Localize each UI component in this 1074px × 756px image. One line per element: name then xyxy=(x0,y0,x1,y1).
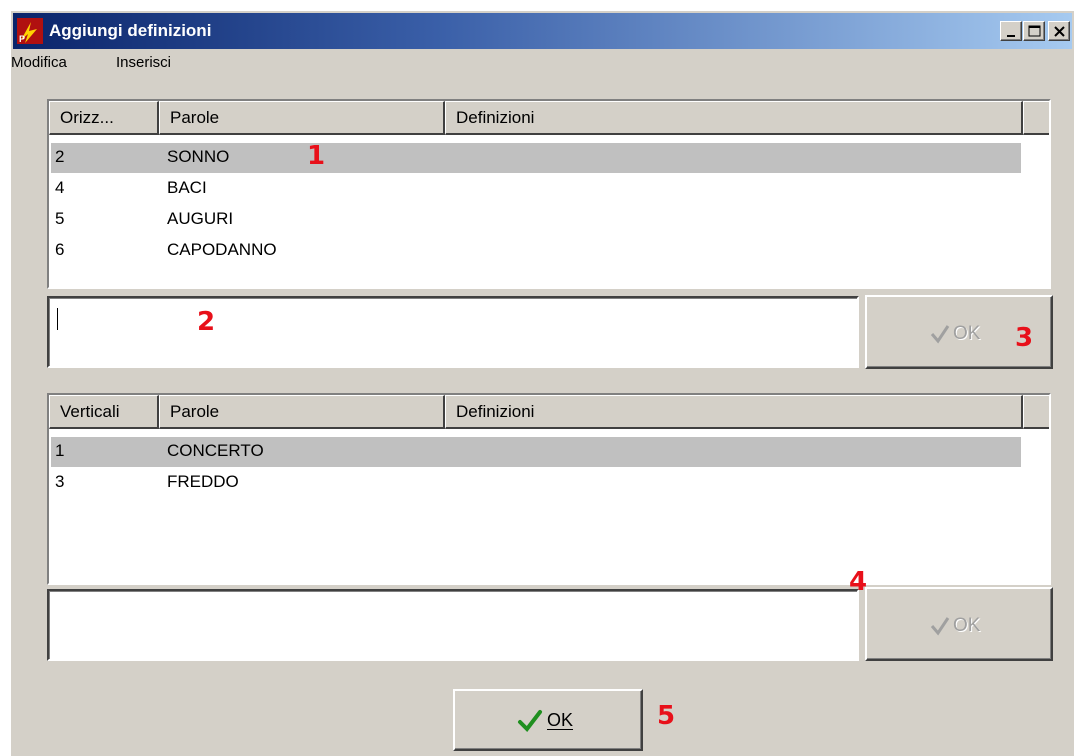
checkmark-icon xyxy=(930,617,950,636)
menu-modifica[interactable]: Modifica xyxy=(11,54,67,71)
column-header-filler xyxy=(1023,395,1049,429)
list-item[interactable]: 4 BACI xyxy=(51,174,1021,204)
checkmark-icon xyxy=(930,325,950,344)
row-number: 3 xyxy=(55,472,65,491)
minimize-button[interactable] xyxy=(1000,21,1022,41)
column-header-filler xyxy=(1023,101,1049,135)
dialog-window: P Aggiungi definizioni Modifica Inserisc… xyxy=(10,10,1074,756)
menu-inserisci[interactable]: Inserisci xyxy=(116,54,171,71)
annotation-marker: 2 xyxy=(197,307,216,337)
dialog-ok-button[interactable]: OK xyxy=(453,689,643,751)
column-header-definitions[interactable]: Definizioni xyxy=(445,395,1023,429)
horizontal-words-list[interactable]: Orizz... Parole Definizioni 2 SONNO 4 BA… xyxy=(47,99,1051,289)
column-header-number[interactable]: Orizz... xyxy=(49,101,159,135)
list-item[interactable]: 6 CAPODANNO xyxy=(51,236,1021,266)
column-header-number[interactable]: Verticali xyxy=(49,395,159,429)
column-header-words[interactable]: Parole xyxy=(159,395,445,429)
close-icon xyxy=(1054,26,1065,37)
vertical-ok-button[interactable]: OK xyxy=(865,587,1053,661)
vertical-definition-input[interactable] xyxy=(47,589,859,661)
row-number: 4 xyxy=(55,178,65,197)
ok-label: OK xyxy=(953,615,981,636)
list-item[interactable]: 2 SONNO xyxy=(51,143,1021,173)
window-title: Aggiungi definizioni xyxy=(49,21,212,40)
horizontal-definition-input[interactable] xyxy=(47,296,859,368)
close-button[interactable] xyxy=(1048,21,1070,41)
annotation-marker: 3 xyxy=(1015,323,1034,353)
row-word: FREDDO xyxy=(167,472,239,491)
list-item[interactable]: 1 CONCERTO xyxy=(51,437,1021,467)
row-word: CAPODANNO xyxy=(167,240,277,259)
minimize-icon xyxy=(1007,35,1015,37)
row-word: BACI xyxy=(167,178,207,197)
maximize-icon xyxy=(1028,25,1041,37)
column-header-words[interactable]: Parole xyxy=(159,101,445,135)
row-number: 1 xyxy=(55,441,65,460)
row-number: 5 xyxy=(55,209,65,228)
svg-text:P: P xyxy=(19,34,25,44)
row-word: SONNO xyxy=(167,147,230,166)
maximize-button[interactable] xyxy=(1023,21,1045,41)
row-word: CONCERTO xyxy=(167,441,264,460)
vertical-words-list[interactable]: Verticali Parole Definizioni 1 CONCERTO … xyxy=(47,393,1051,585)
column-header-definitions[interactable]: Definizioni xyxy=(445,101,1023,135)
checkmark-icon xyxy=(518,710,542,733)
menu-bar: Modifica Inserisci xyxy=(11,51,1074,75)
ok-label: OK xyxy=(953,323,981,344)
list-item[interactable]: 3 FREDDO xyxy=(51,468,1021,498)
annotation-marker: 4 xyxy=(849,567,868,597)
list-header: Verticali Parole Definizioni xyxy=(49,395,1049,429)
list-item[interactable]: 5 AUGURI xyxy=(51,205,1021,235)
ok-label: OK xyxy=(547,710,574,730)
annotation-marker: 5 xyxy=(657,701,676,731)
title-bar[interactable]: P Aggiungi definizioni xyxy=(13,13,1072,49)
row-number: 6 xyxy=(55,240,65,259)
row-word: AUGURI xyxy=(167,209,234,228)
list-header: Orizz... Parole Definizioni xyxy=(49,101,1049,135)
row-number: 2 xyxy=(55,147,65,166)
app-icon: P xyxy=(17,18,43,44)
annotation-marker: 1 xyxy=(307,141,326,171)
text-caret xyxy=(57,308,58,330)
